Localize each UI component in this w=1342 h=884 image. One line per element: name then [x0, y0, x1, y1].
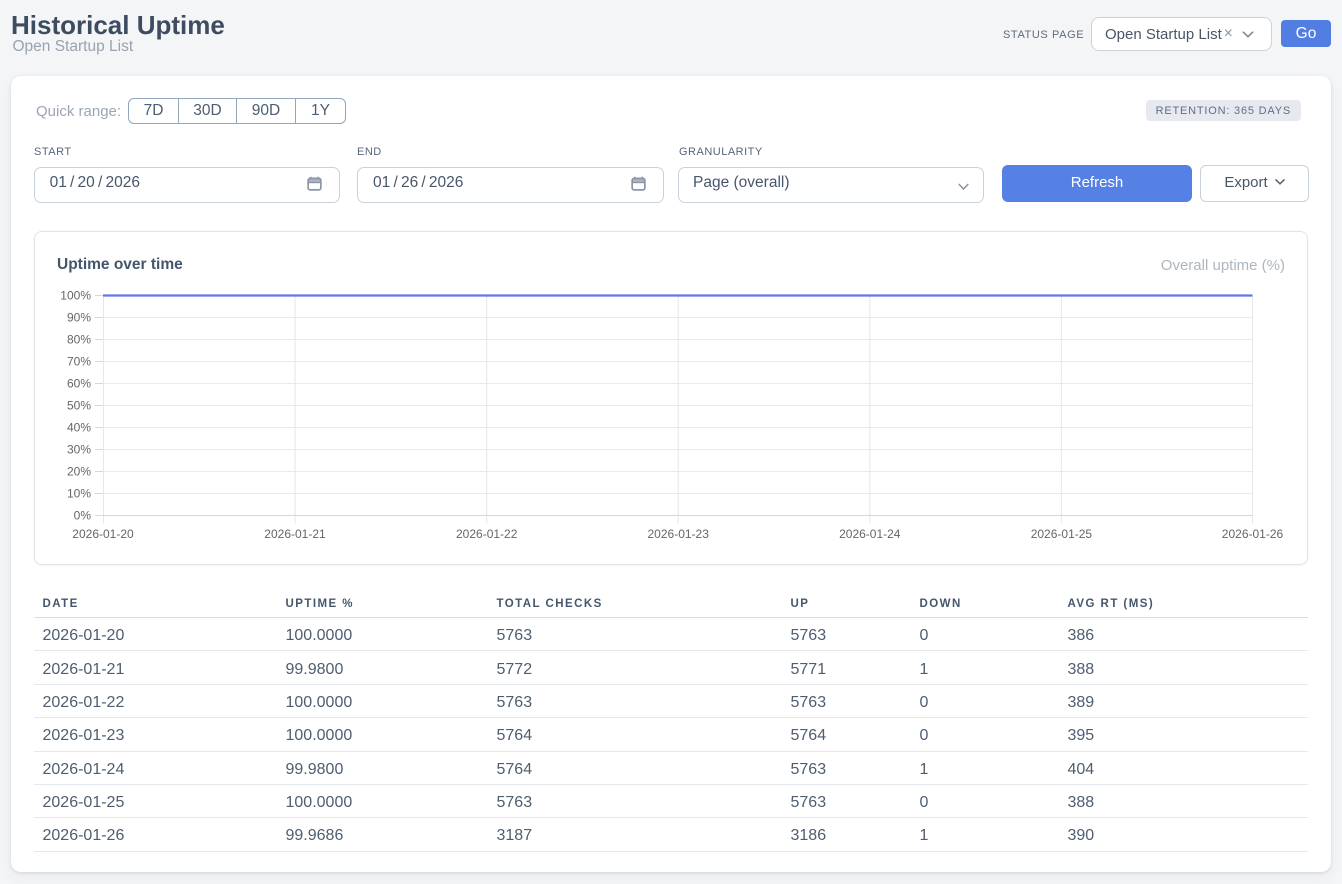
svg-text:2026-01-20: 2026-01-20 — [72, 527, 134, 541]
svg-text:70%: 70% — [67, 355, 91, 369]
svg-text:20%: 20% — [67, 465, 91, 479]
svg-text:2026-01-22: 2026-01-22 — [456, 527, 518, 541]
svg-text:30%: 30% — [67, 443, 91, 457]
svg-text:2026-01-23: 2026-01-23 — [648, 527, 710, 541]
svg-text:100%: 100% — [60, 289, 91, 303]
svg-text:2026-01-25: 2026-01-25 — [1031, 527, 1093, 541]
svg-text:10%: 10% — [67, 487, 91, 501]
svg-text:50%: 50% — [67, 399, 91, 413]
svg-text:2026-01-21: 2026-01-21 — [264, 527, 326, 541]
svg-text:2026-01-24: 2026-01-24 — [839, 527, 901, 541]
svg-text:90%: 90% — [67, 311, 91, 325]
svg-text:80%: 80% — [67, 333, 91, 347]
svg-text:2026-01-26: 2026-01-26 — [1222, 527, 1284, 541]
svg-text:40%: 40% — [67, 421, 91, 435]
svg-text:0%: 0% — [74, 509, 92, 523]
svg-text:60%: 60% — [67, 377, 91, 391]
